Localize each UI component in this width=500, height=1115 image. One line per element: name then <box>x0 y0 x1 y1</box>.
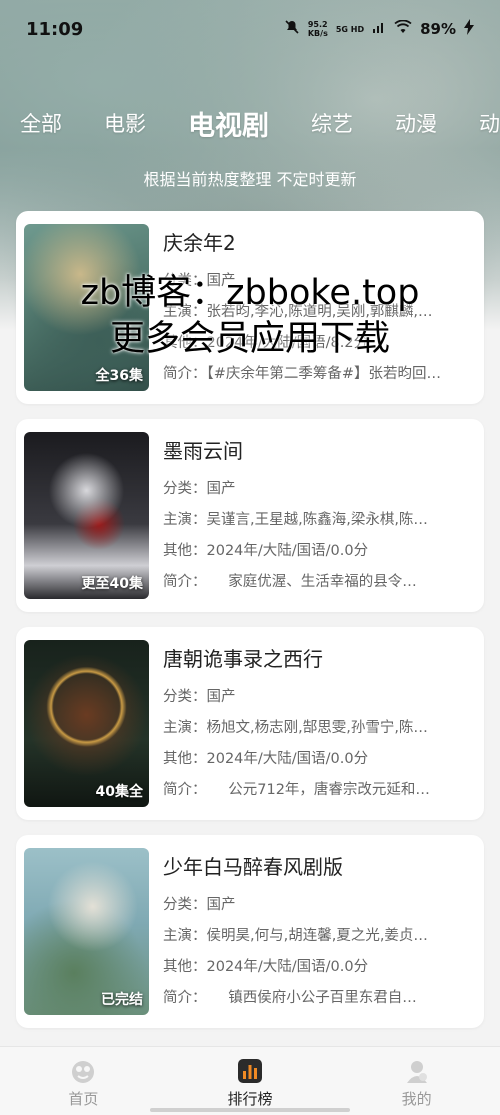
bottom-navigation: 首页 排行榜 我的 <box>0 1046 500 1115</box>
item-other: 其他：2024年/大陆/国语/0.0分 <box>163 543 369 559</box>
poster-image: 更至40集 <box>24 432 149 599</box>
poster-image: 40集全 <box>24 640 149 807</box>
item-cast: 主演：侯明昊,何与,胡连馨,夏之光,姜贞… <box>163 928 428 944</box>
nav-profile-label: 我的 <box>401 1090 432 1108</box>
nav-ranking[interactable]: 排行榜 <box>190 1057 310 1109</box>
item-other: 其他：2024年/大陆/国语/0.0分 <box>163 959 369 975</box>
item-category: 分类：国产 <box>163 481 236 497</box>
poster-image: 已完结 <box>24 848 149 1015</box>
episode-badge: 全36集 <box>95 368 143 384</box>
tab-animation[interactable]: 动画 <box>479 108 500 138</box>
item-intro: 简介：【#庆余年第二季筹备#】张若昀回… <box>163 366 442 382</box>
tab-all[interactable]: 全部 <box>20 108 62 138</box>
episode-badge: 更至40集 <box>81 576 143 592</box>
nav-ranking-label: 排行榜 <box>227 1090 273 1108</box>
watermark-overlay: zb博客：zbboke.top 更多会员应用下载 <box>0 270 500 362</box>
tab-anime[interactable]: 动漫 <box>395 108 437 138</box>
net-speed-value: 95.2 <box>307 20 328 29</box>
home-icon <box>69 1057 97 1085</box>
category-tabs: 全部 电影 电视剧 综艺 动漫 动画 <box>0 96 500 150</box>
list-item[interactable]: 更至40集 墨雨云间 分类：国产 主演：吴谨言,王星越,陈鑫海,梁永棋,陈… 其… <box>16 419 484 612</box>
item-intro: 简介： 镇西侯府小公子百里东君自… <box>163 990 417 1006</box>
item-category: 分类：国产 <box>163 897 236 913</box>
status-bar: 11:09 95.2 KB/s 5G HD 89% <box>0 0 500 58</box>
charging-icon <box>464 19 474 39</box>
wifi-icon <box>394 19 412 38</box>
net-speed-unit: KB/s <box>307 29 328 38</box>
item-title: 庆余年2 <box>163 231 236 255</box>
mute-icon <box>284 19 300 39</box>
item-intro: 简介： 公元712年，唐睿宗改元延和… <box>163 782 430 798</box>
status-indicators: 95.2 KB/s 5G HD 89% <box>284 19 474 39</box>
net-speed: 95.2 KB/s <box>308 20 328 38</box>
tab-variety[interactable]: 综艺 <box>311 108 353 138</box>
item-cast: 主演：吴谨言,王星越,陈鑫海,梁永棋,陈… <box>163 512 428 528</box>
item-cast: 主演：杨旭文,杨志刚,郜思雯,孙雪宁,陈… <box>163 720 428 736</box>
signal-label: 5G HD <box>335 24 365 34</box>
nav-home-label: 首页 <box>68 1090 99 1108</box>
status-time: 11:09 <box>26 18 84 40</box>
item-category: 分类：国产 <box>163 689 236 705</box>
tab-movie[interactable]: 电影 <box>104 108 146 138</box>
home-indicator[interactable] <box>150 1108 350 1112</box>
watermark-line-2: 更多会员应用下载 <box>109 319 390 359</box>
ranking-subtitle: 根据当前热度整理 不定时更新 <box>143 170 357 189</box>
ranking-icon <box>236 1057 264 1085</box>
nav-profile[interactable]: 我的 <box>357 1057 477 1109</box>
item-title: 唐朝诡事录之西行 <box>163 647 323 671</box>
list-item[interactable]: 40集全 唐朝诡事录之西行 分类：国产 主演：杨旭文,杨志刚,郜思雯,孙雪宁,陈… <box>16 627 484 820</box>
episode-badge: 40集全 <box>95 784 143 800</box>
profile-icon <box>403 1057 431 1085</box>
cellular-signal-icon <box>372 20 386 38</box>
nav-home[interactable]: 首页 <box>23 1057 143 1109</box>
item-title: 墨雨云间 <box>163 439 243 463</box>
tab-tv-series[interactable]: 电视剧 <box>188 104 269 143</box>
watermark-line-1: zb博客：zbboke.top <box>80 273 420 313</box>
episode-badge: 已完结 <box>101 992 143 1008</box>
item-other: 其他：2024年/大陆/国语/0.0分 <box>163 751 369 767</box>
battery-level: 89% <box>420 20 456 38</box>
item-title: 少年白马醉春风剧版 <box>163 855 343 879</box>
list-item[interactable]: 已完结 少年白马醉春风剧版 分类：国产 主演：侯明昊,何与,胡连馨,夏之光,姜贞… <box>16 835 484 1028</box>
item-intro: 简介： 家庭优渥、生活幸福的县令… <box>163 574 417 590</box>
